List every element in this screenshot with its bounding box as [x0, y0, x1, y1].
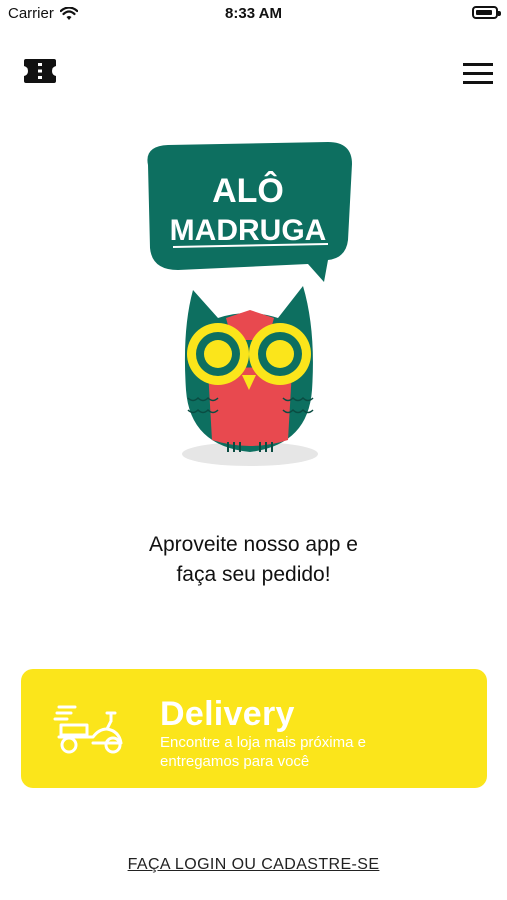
delivery-title: Delivery	[160, 695, 295, 733]
tagline-line-2: faça seu pedido!	[176, 563, 331, 586]
status-bar: Carrier 8:33 AM	[0, 0, 507, 28]
scooter-icon	[53, 705, 123, 754]
login-signup-link[interactable]: FAÇA LOGIN OU CADASTRE-SE	[0, 856, 507, 874]
menu-button[interactable]	[457, 56, 497, 90]
clock: 8:33 AM	[225, 5, 282, 22]
logo-line-2: MADRUGA	[170, 214, 327, 247]
tagline-line-1: Aproveite nosso app e	[149, 533, 358, 556]
tagline: Aproveite nosso app e faça seu pedido!	[0, 530, 507, 590]
hamburger-menu-icon	[463, 63, 493, 84]
logo-line-1: ALÔ	[212, 171, 284, 210]
ticket-icon	[24, 59, 56, 83]
app-header	[0, 48, 507, 98]
battery-icon	[472, 6, 501, 19]
delivery-description: Encontre a loja mais próxima e entregamo…	[160, 734, 366, 770]
delivery-button[interactable]: Delivery Encontre a loja mais próxima e …	[21, 669, 487, 788]
ticket-button[interactable]	[22, 56, 58, 86]
battery-level	[476, 10, 492, 15]
alo-madruga-logo: ALÔ MADRUGA	[138, 140, 358, 470]
owl-logo-graphic: ALÔ MADRUGA	[147, 142, 352, 466]
